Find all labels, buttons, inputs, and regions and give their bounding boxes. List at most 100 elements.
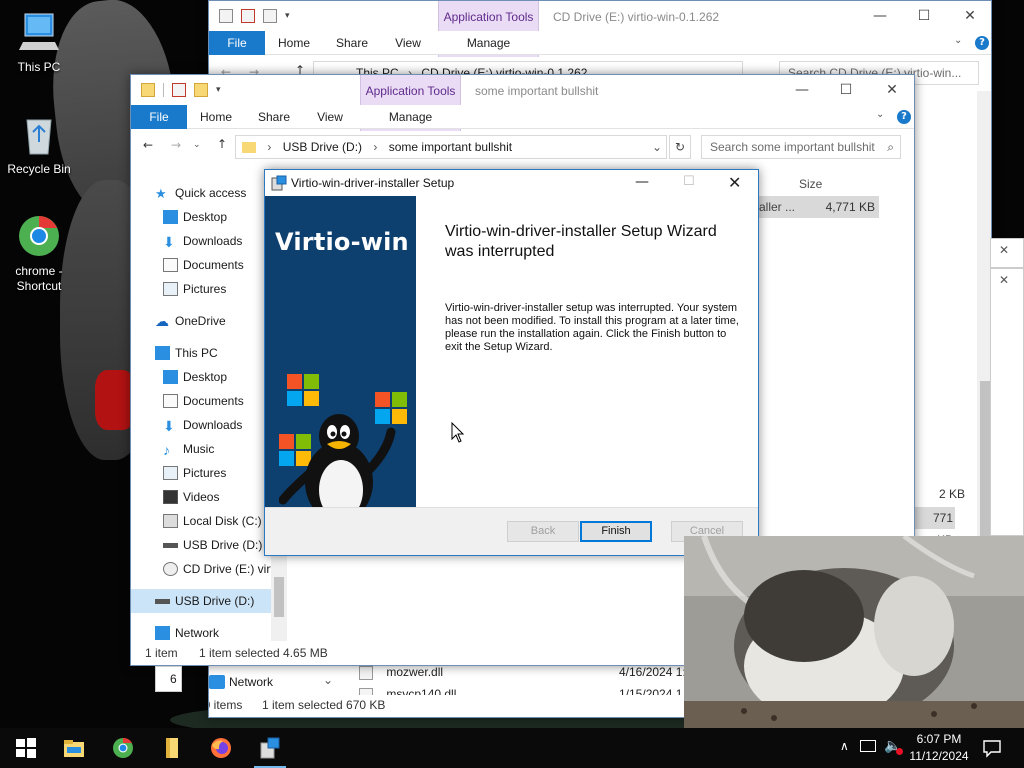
tab-home[interactable]: Home (193, 105, 239, 129)
mouse-cursor-icon (451, 422, 465, 443)
clock-time: 6:07 PM (916, 732, 962, 746)
clock[interactable]: 6:07 PM 11/12/2024 (904, 728, 974, 768)
document-icon (163, 258, 178, 272)
file-row-selected[interactable]: aller ... 4,771 KB (751, 196, 879, 218)
start-icon[interactable] (14, 736, 38, 760)
nav-label: Network (229, 675, 274, 689)
this-pc-icon (19, 13, 59, 50)
separator (163, 83, 164, 97)
status-selection: 1 item selected 4.65 MB (199, 646, 328, 660)
windows-logo-icon (287, 374, 319, 406)
qat-dropdown-icon[interactable]: ▾ (285, 11, 290, 21)
wizard-banner: Virtio-win (265, 196, 416, 507)
chrome-icon[interactable] (111, 736, 135, 760)
minimize-button[interactable]: — (779, 75, 825, 105)
maximize-button[interactable]: ☐ (823, 75, 869, 105)
new-folder-icon[interactable] (263, 9, 277, 23)
address-bar[interactable]: › USB Drive (D:) › some important bullsh… (235, 135, 667, 159)
star-icon: ★ (155, 186, 167, 201)
maximize-button[interactable]: ☐ (901, 1, 947, 31)
background-status-fragment: 6 (155, 666, 182, 692)
refresh-button[interactable]: ↻ (669, 135, 691, 159)
breadcrumb-item[interactable]: some important bullshit (389, 140, 512, 154)
search-input[interactable]: Search some important bullshit ⌕ (701, 135, 901, 159)
ribbon-expand-icon[interactable]: ⌄ (876, 109, 884, 120)
properties-icon[interactable] (219, 9, 233, 23)
up-arrow-icon[interactable]: ↑ (217, 137, 227, 151)
recent-locations-icon[interactable]: ⌄ (193, 140, 201, 150)
nav-label: Music (183, 442, 215, 456)
breadcrumb-separator-icon: › (373, 140, 378, 154)
close-icon[interactable]: ✕ (999, 273, 1009, 287)
tab-file[interactable]: File (209, 31, 265, 55)
title-bar: ▾ some important bullshit — ☐ ✕ (131, 75, 914, 105)
tab-view[interactable]: View (309, 105, 351, 129)
desktop-icon-chrome[interactable]: chrome - Shortcut (1, 214, 77, 294)
tab-share[interactable]: Share (251, 105, 297, 129)
ribbon-expand-icon[interactable]: ⌄ (954, 35, 962, 46)
qat-dropdown-icon[interactable]: ▾ (216, 85, 221, 95)
desktop-icon-recycle-bin[interactable]: Recycle Bin (1, 112, 77, 176)
tab-manage[interactable]: Manage (438, 31, 539, 55)
help-icon[interactable]: ? (975, 36, 989, 50)
minimize-button[interactable]: — (857, 1, 903, 31)
network-icon[interactable] (860, 740, 876, 752)
nav-label: CD Drive (E:) virt (183, 562, 274, 576)
chevron-down-icon[interactable]: ⌄ (323, 673, 333, 687)
finish-button[interactable]: Finish (580, 521, 652, 542)
pictures-icon (163, 466, 178, 480)
help-icon[interactable]: ? (897, 110, 911, 124)
tab-manage[interactable]: Manage (360, 105, 461, 129)
file-size: 2 KB (938, 487, 965, 501)
nav-label: USB Drive (D:) (183, 538, 263, 552)
file-explorer-icon[interactable] (62, 736, 86, 760)
title-bar: ▾ CD Drive (E:) virtio-win-0.1.262 — ☐ ✕ (209, 1, 991, 31)
tab-home[interactable]: Home (271, 31, 317, 55)
nav-label: Downloads (183, 234, 243, 248)
nav-label: Downloads (183, 418, 243, 432)
tab-view[interactable]: View (387, 31, 429, 55)
brand-logo-text: Virtio-win (275, 228, 409, 256)
wizard-heading: Virtio-win-driver-installer Setup Wizard… (445, 223, 717, 260)
close-button[interactable]: ✕ (869, 75, 914, 105)
firefox-icon[interactable] (209, 736, 233, 760)
chevron-up-icon[interactable]: ∧ (840, 739, 849, 753)
tab-file[interactable]: File (131, 105, 187, 129)
status-item-count: 80 items (209, 698, 243, 712)
back-button[interactable]: Back (507, 521, 579, 542)
scrollbar-thumb[interactable] (274, 577, 284, 617)
close-icon[interactable]: ✕ (999, 243, 1009, 257)
nav-label: Desktop (183, 210, 228, 224)
column-header-size[interactable]: Size (799, 177, 822, 191)
computer-icon (155, 346, 170, 360)
close-button[interactable]: ✕ (947, 1, 991, 31)
dialog-title-bar: Virtio-win-driver-installer Setup — ☐ ✕ (265, 170, 758, 196)
minimize-button[interactable]: — (635, 174, 649, 190)
desktop-icon (163, 210, 178, 224)
address-dropdown-icon[interactable]: ⌄ (652, 136, 662, 158)
nav-item-usb-drive-root[interactable]: USB Drive (D:) (131, 589, 271, 613)
file-size: 4,771 KB (825, 200, 875, 214)
nav-label: Quick access (175, 186, 247, 200)
back-arrow-icon[interactable]: ← (143, 138, 153, 152)
folder-icon (141, 83, 155, 97)
nav-label: Videos (183, 490, 220, 504)
checkmark-icon[interactable] (241, 9, 255, 23)
nav-label: Pictures (183, 466, 227, 480)
checkmark-icon[interactable] (172, 83, 186, 97)
music-note-icon: ♪ (163, 442, 170, 458)
new-folder-icon[interactable] (194, 83, 208, 97)
setup-wizard-dialog[interactable]: Virtio-win-driver-installer Setup — ☐ ✕ … (264, 169, 759, 556)
breadcrumb-item[interactable]: USB Drive (D:) (283, 140, 362, 154)
maximize-button[interactable]: ☐ (683, 174, 695, 189)
webcam-overlay (684, 536, 1024, 728)
folder-icon[interactable] (160, 736, 184, 760)
background-window-edge: ✕ (990, 238, 1024, 268)
forward-arrow-icon[interactable]: → (171, 138, 181, 152)
desktop-icon-this-pc[interactable]: This PC (1, 10, 77, 74)
notification-center-icon[interactable] (982, 738, 1002, 758)
setup-icon[interactable] (258, 736, 282, 760)
tab-share[interactable]: Share (329, 31, 375, 55)
nav-item-cd-drive[interactable]: CD Drive (E:) virt (131, 557, 287, 581)
close-button[interactable]: ✕ (728, 173, 741, 192)
